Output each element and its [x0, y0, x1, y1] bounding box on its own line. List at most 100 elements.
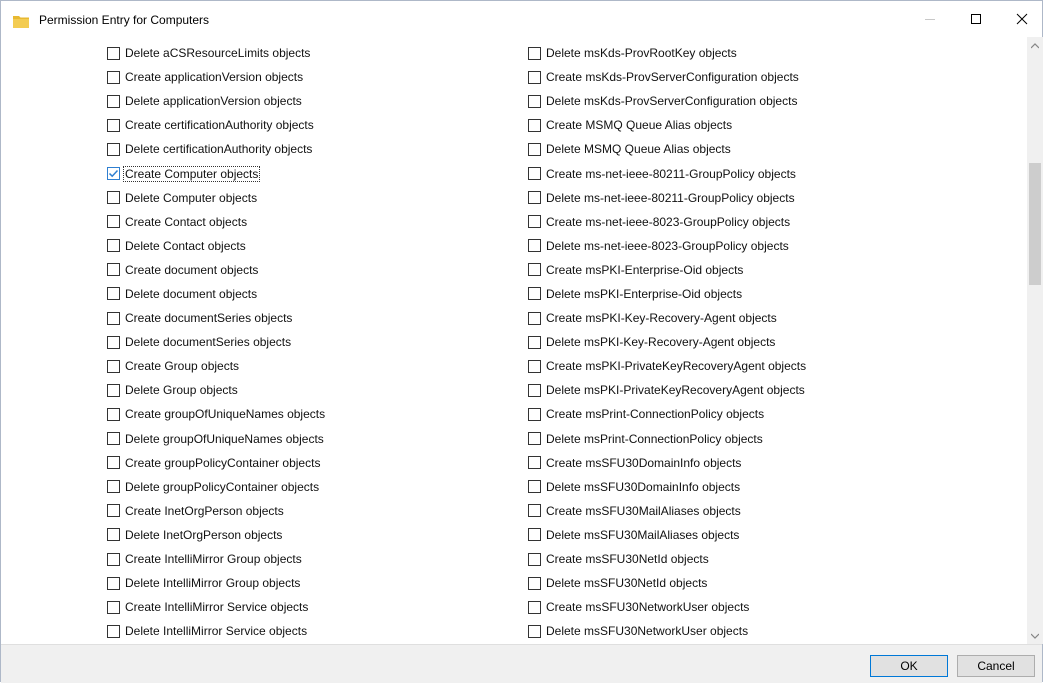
permission-checkbox[interactable] — [528, 335, 541, 349]
permission-row[interactable]: Create Contact objects — [107, 210, 326, 234]
permission-row[interactable]: Create IntelliMirror Group objects — [107, 547, 326, 571]
permission-row[interactable]: Create MSMQ Queue Alias objects — [528, 113, 807, 137]
permission-label[interactable]: Create Group objects — [124, 359, 240, 373]
permission-label[interactable]: Delete applicationVersion objects — [124, 94, 303, 108]
permission-checkbox[interactable] — [107, 239, 120, 253]
permission-label[interactable]: Delete msPrint-ConnectionPolicy objects — [545, 432, 764, 446]
permission-label[interactable]: Delete ms-net-ieee-80211-GroupPolicy obj… — [545, 191, 796, 205]
permission-row[interactable]: Delete MSMQ Queue Alias objects — [528, 137, 807, 161]
title-bar[interactable]: Permission Entry for Computers — [1, 1, 1042, 37]
permission-checkbox[interactable] — [107, 167, 120, 181]
permission-row[interactable]: Delete msSFU30MailAliases objects — [528, 523, 807, 547]
permission-checkbox[interactable] — [528, 191, 541, 205]
permission-label[interactable]: Delete msSFU30DomainInfo objects — [545, 480, 741, 494]
permission-label[interactable]: Delete groupOfUniqueNames objects — [124, 432, 325, 446]
permission-label[interactable]: Create msPKI-PrivateKeyRecoveryAgent obj… — [545, 359, 807, 373]
permission-label[interactable]: Delete Contact objects — [124, 239, 247, 253]
permission-checkbox[interactable] — [107, 600, 120, 614]
permission-row[interactable]: Delete msSFU30NetId objects — [528, 571, 807, 595]
permission-label[interactable]: Delete msPKI-Enterprise-Oid objects — [545, 287, 743, 301]
permission-row[interactable]: Delete documentSeries objects — [107, 330, 326, 354]
permission-label[interactable]: Delete MSMQ Queue Alias objects — [545, 142, 732, 156]
permission-checkbox[interactable] — [107, 359, 120, 373]
maximize-button[interactable] — [953, 1, 999, 37]
permission-row[interactable]: Create Group objects — [107, 354, 326, 378]
permission-checkbox[interactable] — [107, 46, 120, 60]
permission-row[interactable]: Create IntelliMirror Service objects — [107, 595, 326, 619]
permission-row[interactable]: Create certificationAuthority objects — [107, 113, 326, 137]
permission-checkbox[interactable] — [528, 528, 541, 542]
permission-checkbox[interactable] — [528, 552, 541, 566]
permission-label[interactable]: Create Contact objects — [124, 215, 248, 229]
permission-checkbox[interactable] — [528, 480, 541, 494]
permission-checkbox[interactable] — [107, 624, 120, 638]
permission-label[interactable]: Delete msKds-ProvServerConfiguration obj… — [545, 94, 798, 108]
permission-label[interactable]: Create msPrint-ConnectionPolicy objects — [545, 407, 765, 421]
permission-checkbox[interactable] — [528, 311, 541, 325]
permission-checkbox[interactable] — [107, 432, 120, 446]
permission-row[interactable]: Delete IntelliMirror Service objects — [107, 619, 326, 643]
permission-row[interactable]: Create applicationVersion objects — [107, 65, 326, 89]
scrollbar-thumb[interactable] — [1029, 163, 1041, 285]
permission-label[interactable]: Create msPKI-Enterprise-Oid objects — [545, 263, 744, 277]
permission-row[interactable]: Delete IntelliMirror Group objects — [107, 571, 326, 595]
permission-label[interactable]: Delete groupPolicyContainer objects — [124, 480, 320, 494]
permission-label[interactable]: Delete InetOrgPerson objects — [124, 528, 283, 542]
permission-checkbox[interactable] — [107, 528, 120, 542]
permission-checkbox[interactable] — [107, 263, 120, 277]
permission-label[interactable]: Create groupOfUniqueNames objects — [124, 407, 326, 421]
permission-row[interactable]: Create groupOfUniqueNames objects — [107, 402, 326, 426]
permission-row[interactable]: Create groupPolicyContainer objects — [107, 451, 326, 475]
permission-row[interactable]: Create msSFU30NetworkUser objects — [528, 595, 807, 619]
permission-row[interactable]: Delete groupPolicyContainer objects — [107, 475, 326, 499]
minimize-button[interactable] — [907, 1, 953, 37]
permission-label[interactable]: Create Computer objects — [122, 165, 261, 182]
permission-row[interactable]: Create documentSeries objects — [107, 306, 326, 330]
permission-label[interactable]: Delete msPKI-PrivateKeyRecoveryAgent obj… — [545, 383, 806, 397]
permission-row[interactable]: Create msSFU30MailAliases objects — [528, 499, 807, 523]
permission-checkbox[interactable] — [107, 480, 120, 494]
permission-checkbox[interactable] — [528, 94, 541, 108]
permission-row[interactable]: Delete Group objects — [107, 378, 326, 402]
permission-row[interactable]: Delete Contact objects — [107, 234, 326, 258]
permission-label[interactable]: Create certificationAuthority objects — [124, 118, 315, 132]
permission-row[interactable]: Delete aCSResourceLimits objects — [107, 41, 326, 65]
permission-row[interactable]: Delete applicationVersion objects — [107, 89, 326, 113]
permission-label[interactable]: Create IntelliMirror Service objects — [124, 600, 309, 614]
permission-label[interactable]: Delete IntelliMirror Service objects — [124, 624, 308, 638]
permission-row[interactable]: Create msKds-ProvServerConfiguration obj… — [528, 65, 807, 89]
permission-row[interactable]: Create msPrint-ConnectionPolicy objects — [528, 402, 807, 426]
permission-checkbox[interactable] — [528, 600, 541, 614]
permission-checkbox[interactable] — [107, 215, 120, 229]
cancel-button[interactable]: Cancel — [957, 655, 1035, 677]
permission-label[interactable]: Create ms-net-ieee-80211-GroupPolicy obj… — [545, 167, 797, 181]
permission-row[interactable]: Create ms-net-ieee-80211-GroupPolicy obj… — [528, 161, 807, 185]
permission-checkbox[interactable] — [528, 576, 541, 590]
permission-row[interactable]: Delete ms-net-ieee-8023-GroupPolicy obje… — [528, 234, 807, 258]
permission-label[interactable]: Create msKds-ProvServerConfiguration obj… — [545, 70, 800, 84]
permission-label[interactable]: Create msSFU30DomainInfo objects — [545, 456, 742, 470]
permission-row[interactable]: Delete Computer objects — [107, 186, 326, 210]
permission-label[interactable]: Create MSMQ Queue Alias objects — [545, 118, 733, 132]
permission-checkbox[interactable] — [528, 456, 541, 470]
permission-checkbox[interactable] — [107, 311, 120, 325]
permission-checkbox[interactable] — [528, 142, 541, 156]
permission-row[interactable]: Create ms-net-ieee-8023-GroupPolicy obje… — [528, 210, 807, 234]
ok-button[interactable]: OK — [870, 655, 948, 677]
permission-label[interactable]: Delete document objects — [124, 287, 258, 301]
permission-checkbox[interactable] — [528, 624, 541, 638]
permission-checkbox[interactable] — [528, 239, 541, 253]
permission-row[interactable]: Delete msPKI-Enterprise-Oid objects — [528, 282, 807, 306]
permission-checkbox[interactable] — [528, 215, 541, 229]
vertical-scrollbar[interactable] — [1027, 37, 1043, 644]
permission-label[interactable]: Create groupPolicyContainer objects — [124, 456, 321, 470]
permission-checkbox[interactable] — [528, 167, 541, 181]
permission-label[interactable]: Create InetOrgPerson objects — [124, 504, 285, 518]
permission-label[interactable]: Delete IntelliMirror Group objects — [124, 576, 301, 590]
permission-row[interactable]: Create Computer objects — [107, 161, 326, 185]
permission-row[interactable]: Create msSFU30NetId objects — [528, 547, 807, 571]
permission-checkbox[interactable] — [107, 287, 120, 301]
permission-label[interactable]: Delete Computer objects — [124, 191, 258, 205]
permission-label[interactable]: Delete documentSeries objects — [124, 335, 292, 349]
permission-checkbox[interactable] — [528, 432, 541, 446]
